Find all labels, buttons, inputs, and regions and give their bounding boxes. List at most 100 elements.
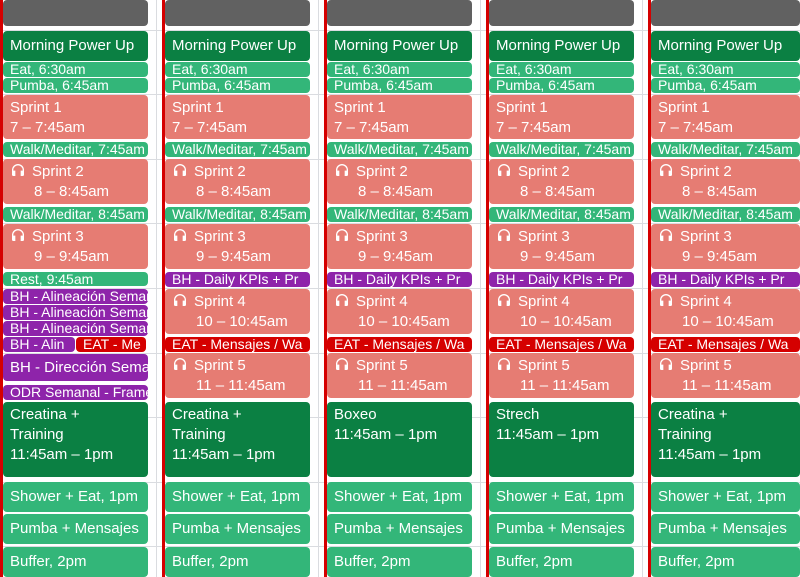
event-sprint-1[interactable]: Sprint 1 7 – 7:45am	[327, 95, 472, 139]
event-walk-meditar[interactable]: Walk/Meditar, 7:45am	[327, 142, 472, 157]
event-sprint-5[interactable]: Sprint 5 11 – 11:45am	[489, 353, 634, 398]
event-walk-meditar[interactable]: Walk/Meditar, 8:45am	[165, 207, 310, 222]
event-walk-meditar[interactable]: Walk/Meditar, 7:45am	[3, 142, 148, 157]
event-sprint-4[interactable]: Sprint 4 10 – 10:45am	[489, 289, 634, 334]
event-pumba[interactable]: Pumba, 6:45am	[165, 78, 310, 93]
event-creatina-training[interactable]: Creatina + Training 11:45am – 1pm	[3, 402, 148, 477]
event-sprint-2[interactable]: Sprint 2 8 – 8:45am	[489, 159, 634, 204]
event-sprint-3[interactable]: Sprint 3 9 – 9:45am	[3, 224, 148, 269]
event-title-row: Sprint 5	[172, 356, 310, 376]
event-odr-semanal-framework[interactable]: ODR Semanal - Framework	[3, 385, 148, 400]
event-bh-alin[interactable]: BH - Alin	[3, 337, 75, 352]
event-rest[interactable]: Rest, 9:45am	[3, 272, 148, 286]
event-eat-mensajes-wa[interactable]: EAT - Mensajes / Wa	[651, 337, 800, 352]
event-sprint-2[interactable]: Sprint 2 8 – 8:45am	[165, 159, 310, 204]
event-creatina-training[interactable]: Creatina + Training 11:45am – 1pm	[165, 402, 310, 477]
event-pumba-mensajes[interactable]: Pumba + Mensajes	[327, 514, 472, 544]
event-title: BH - Daily KPIs + Pr	[334, 272, 461, 287]
event-sprint-4[interactable]: Sprint 4 10 – 10:45am	[651, 289, 800, 334]
event-pumba-mensajes[interactable]: Pumba + Mensajes	[651, 514, 800, 544]
event-pumba[interactable]: Pumba, 6:45am	[327, 78, 472, 93]
event-morning-power-up[interactable]: Morning Power Up	[3, 31, 148, 61]
event-sprint-1[interactable]: Sprint 1 7 – 7:45am	[489, 95, 634, 139]
event-bh-direcci-n-semanal[interactable]: BH - Dirección Semanal	[3, 354, 148, 381]
event-pumba-mensajes[interactable]: Pumba + Mensajes	[3, 514, 148, 544]
event-sprint-1[interactable]: Sprint 1 7 – 7:45am	[651, 95, 800, 139]
event-walk-meditar[interactable]: Walk/Meditar, 8:45am	[327, 207, 472, 222]
event-morning-power-up[interactable]: Morning Power Up	[165, 31, 310, 61]
event-walk-meditar[interactable]: Walk/Meditar, 7:45am	[165, 142, 310, 157]
event-bh-daily-kpis-pr[interactable]: BH - Daily KPIs + Pr	[327, 272, 472, 287]
event-eat-mensajes-wa[interactable]: EAT - Mensajes / Wa	[327, 337, 472, 352]
event-bh-daily-kpis-pr[interactable]: BH - Daily KPIs + Pr	[165, 272, 310, 287]
event-eat[interactable]: Eat, 6:30am	[3, 62, 148, 77]
event-shower-eat[interactable]: Shower + Eat, 1pm	[3, 482, 148, 512]
event-bh-alineaci-n-semanal[interactable]: BH - Alineación Semanal	[3, 305, 148, 320]
event-eat[interactable]: Eat, 6:30am	[489, 62, 634, 77]
event-pumba[interactable]: Pumba, 6:45am	[651, 78, 800, 93]
event-time: 8:45am	[98, 207, 145, 222]
event-pumba[interactable]: Pumba, 6:45am	[3, 78, 148, 93]
event-morning-power-up[interactable]: Morning Power Up	[651, 31, 800, 61]
event-bh-daily-kpis-pr[interactable]: BH - Daily KPIs + Pr	[489, 272, 634, 287]
event-eat[interactable]: Eat, 6:30am	[651, 62, 800, 77]
event-sprint-4[interactable]: Sprint 4 10 – 10:45am	[165, 289, 310, 334]
headphones-icon	[496, 162, 512, 178]
event-eat-mensajes-wa[interactable]: EAT - Mensajes / Wa	[165, 337, 310, 352]
event-bh-alineaci-n-semanal[interactable]: BH - Alineación Semanal	[3, 289, 148, 304]
event-sprint-5[interactable]: Sprint 5 11 – 11:45am	[327, 353, 472, 398]
event-walk-meditar[interactable]: Walk/Meditar, 7:45am	[489, 142, 634, 157]
event-eat[interactable]: Eat, 6:30am	[165, 62, 310, 77]
previous-event-block[interactable]	[327, 0, 472, 26]
event-title-row: Sprint 1	[334, 98, 472, 118]
previous-event-block[interactable]	[165, 0, 310, 26]
event-buffer[interactable]: Buffer, 2pm	[651, 547, 800, 577]
event-sprint-2[interactable]: Sprint 2 8 – 8:45am	[651, 159, 800, 204]
event-shower-eat[interactable]: Shower + Eat, 1pm	[327, 482, 472, 512]
event-morning-power-up[interactable]: Morning Power Up	[489, 31, 634, 61]
event-shower-eat[interactable]: Shower + Eat, 1pm	[651, 482, 800, 512]
event-eat-mensajes-wa[interactable]: EAT - Mensajes / Wa	[489, 337, 634, 352]
event-sprint-3[interactable]: Sprint 3 9 – 9:45am	[165, 224, 310, 269]
event-pumba-mensajes[interactable]: Pumba + Mensajes	[165, 514, 310, 544]
event-shower-eat[interactable]: Shower + Eat, 1pm	[165, 482, 310, 512]
event-pumba-mensajes[interactable]: Pumba + Mensajes	[489, 514, 634, 544]
previous-event-block[interactable]	[489, 0, 634, 26]
event-morning-power-up[interactable]: Morning Power Up	[327, 31, 472, 61]
event-strech[interactable]: Strech 11:45am – 1pm	[489, 402, 634, 477]
previous-event-block[interactable]	[651, 0, 800, 26]
headphones-icon	[10, 227, 26, 243]
event-shower-eat[interactable]: Shower + Eat, 1pm	[489, 482, 634, 512]
event-eat[interactable]: Eat, 6:30am	[327, 62, 472, 77]
event-buffer[interactable]: Buffer, 2pm	[3, 547, 148, 577]
event-walk-meditar[interactable]: Walk/Meditar, 8:45am	[651, 207, 800, 222]
event-title: Sprint 3	[680, 228, 732, 245]
event-buffer[interactable]: Buffer, 2pm	[165, 547, 310, 577]
event-sprint-3[interactable]: Sprint 3 9 – 9:45am	[327, 224, 472, 269]
event-sprint-1[interactable]: Sprint 1 7 – 7:45am	[165, 95, 310, 139]
headphones-icon	[496, 292, 512, 308]
previous-event-block[interactable]	[3, 0, 148, 26]
event-bh-daily-kpis-pr[interactable]: BH - Daily KPIs + Pr	[651, 272, 800, 287]
event-walk-meditar[interactable]: Walk/Meditar, 8:45am	[3, 207, 148, 222]
event-buffer[interactable]: Buffer, 2pm	[489, 547, 634, 577]
event-bh-alineaci-n-semanal[interactable]: BH - Alineación Semanal	[3, 321, 148, 336]
event-walk-meditar[interactable]: Walk/Meditar, 7:45am	[651, 142, 800, 157]
event-time: 10 – 10:45am	[682, 313, 774, 330]
event-creatina-training[interactable]: Creatina + Training 11:45am – 1pm	[651, 402, 800, 477]
event-time: 1pm	[756, 488, 786, 505]
event-sprint-3[interactable]: Sprint 3 9 – 9:45am	[489, 224, 634, 269]
event-sprint-2[interactable]: Sprint 2 8 – 8:45am	[3, 159, 148, 204]
event-sprint-5[interactable]: Sprint 5 11 – 11:45am	[165, 353, 310, 398]
event-buffer[interactable]: Buffer, 2pm	[327, 547, 472, 577]
event-pumba[interactable]: Pumba, 6:45am	[489, 78, 634, 93]
event-title-row: Sprint 3	[496, 227, 634, 247]
event-sprint-2[interactable]: Sprint 2 8 – 8:45am	[327, 159, 472, 204]
event-walk-meditar[interactable]: Walk/Meditar, 8:45am	[489, 207, 634, 222]
event-boxeo[interactable]: Boxeo 11:45am – 1pm	[327, 402, 472, 477]
event-eat-me[interactable]: EAT - Me	[76, 337, 146, 352]
event-sprint-4[interactable]: Sprint 4 10 – 10:45am	[327, 289, 472, 334]
event-sprint-5[interactable]: Sprint 5 11 – 11:45am	[651, 353, 800, 398]
event-sprint-3[interactable]: Sprint 3 9 – 9:45am	[651, 224, 800, 269]
event-sprint-1[interactable]: Sprint 1 7 – 7:45am	[3, 95, 148, 139]
